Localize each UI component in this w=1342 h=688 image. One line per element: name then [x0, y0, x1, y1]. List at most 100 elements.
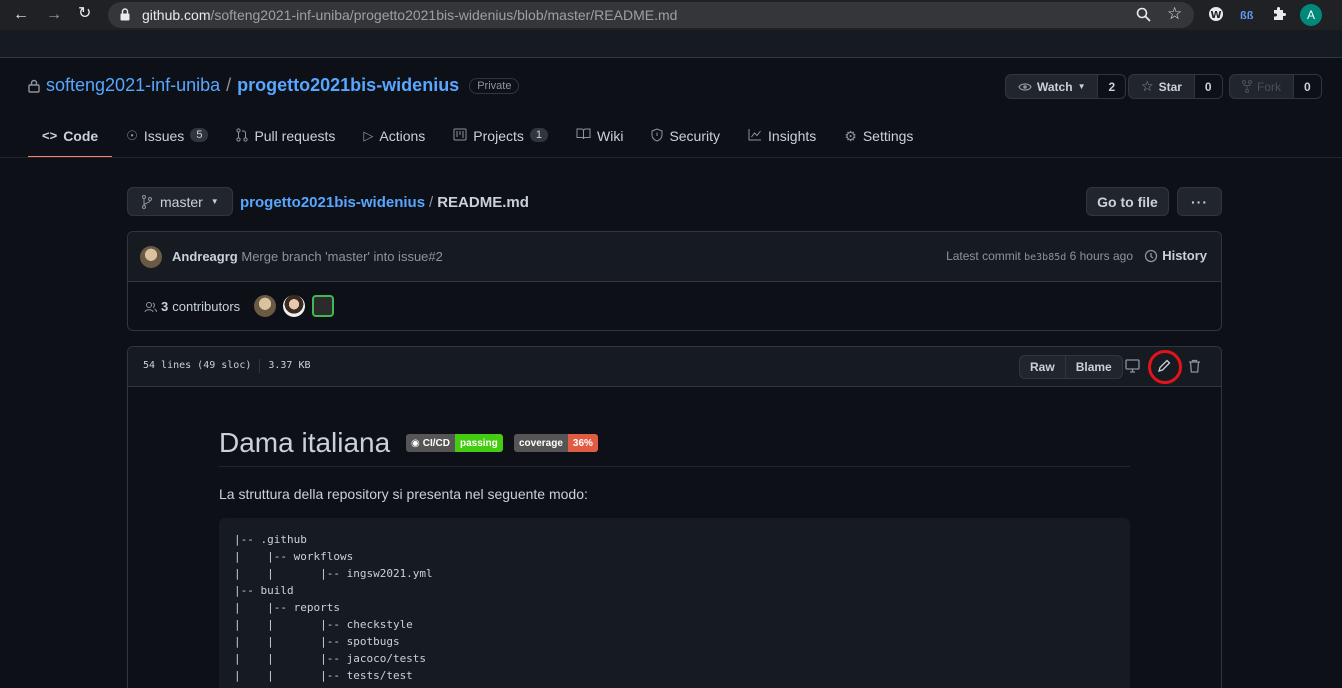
- star-count[interactable]: 0: [1193, 75, 1222, 98]
- fork-count[interactable]: 0: [1293, 75, 1321, 98]
- repo-title: softeng2021-inf-uniba / progetto2021bis-…: [28, 75, 520, 96]
- raw-button[interactable]: Raw: [1020, 356, 1065, 378]
- tab-issues[interactable]: ☉ Issues 5: [112, 118, 222, 158]
- profile-avatar[interactable]: A: [1300, 4, 1322, 26]
- lock-icon[interactable]: [120, 8, 130, 26]
- edit-highlight-ring: [1148, 350, 1182, 384]
- code-icon: <>: [42, 128, 58, 143]
- address-bar[interactable]: github.com/softeng2021-inf-uniba/progett…: [108, 2, 1194, 28]
- tab-label: Wiki: [597, 128, 624, 144]
- branch-icon: [142, 194, 152, 209]
- commit-sha-link[interactable]: be3b85d: [1024, 252, 1066, 263]
- tab-wiki[interactable]: Wiki: [562, 118, 637, 158]
- avatar[interactable]: [140, 246, 162, 268]
- repo-separator: /: [226, 75, 232, 95]
- more-options-button[interactable]: ···: [1177, 187, 1222, 216]
- svg-text:W: W: [1210, 10, 1221, 21]
- blame-button[interactable]: Blame: [1064, 356, 1122, 378]
- avatar[interactable]: [283, 295, 305, 317]
- issues-counter: 5: [190, 128, 209, 142]
- reload-icon[interactable]: ↻: [78, 6, 91, 22]
- extension-ai-icon[interactable]: ßß: [1240, 8, 1253, 24]
- trash-icon[interactable]: [1188, 359, 1201, 376]
- file-size: 3.37 KB: [268, 360, 311, 371]
- shield-icon: [651, 128, 663, 142]
- zoom-icon[interactable]: [1136, 7, 1151, 26]
- breadcrumb-repo-link[interactable]: progetto2021bis-widenius: [240, 194, 425, 211]
- extension-w-icon[interactable]: W: [1208, 6, 1224, 26]
- tab-pull-requests[interactable]: Pull requests: [222, 118, 349, 158]
- repo-tabs: <> Code ☉ Issues 5 Pull requests ▷ Actio…: [28, 118, 927, 158]
- tab-label: Code: [63, 128, 99, 144]
- ci-badge[interactable]: ◉ CI/CD passing: [406, 434, 503, 452]
- tab-actions[interactable]: ▷ Actions: [349, 118, 439, 158]
- watch-count[interactable]: 2: [1097, 75, 1126, 98]
- code-line: | |-- reports: [234, 601, 340, 614]
- tab-label: Security: [669, 128, 721, 144]
- breadcrumb-file: README.md: [437, 194, 529, 211]
- gear-icon: ⚙: [844, 128, 857, 144]
- contributors-label: contributors: [172, 299, 241, 314]
- fork-button-group: Fork 0: [1229, 74, 1322, 99]
- github-icon: ◉: [411, 437, 420, 449]
- readme-title: Dama italiana: [219, 427, 391, 458]
- go-to-file-button[interactable]: Go to file: [1086, 187, 1169, 216]
- commit-author-link[interactable]: Andreagrg: [172, 249, 238, 264]
- tab-security[interactable]: Security: [637, 118, 734, 158]
- history-link[interactable]: History: [1144, 248, 1207, 263]
- url-text[interactable]: github.com/softeng2021-inf-uniba/progett…: [142, 7, 677, 23]
- star-icon: ☆: [1141, 78, 1154, 94]
- file-header: 54 lines (49 sloc) 3.37 KB Raw Blame: [128, 347, 1221, 387]
- fork-button[interactable]: Fork: [1230, 75, 1293, 98]
- forward-arrow-icon[interactable]: →: [46, 7, 62, 23]
- eye-icon: [1018, 82, 1032, 91]
- branch-select-button[interactable]: master ▼: [127, 187, 233, 216]
- repo-owner-link[interactable]: softeng2021-inf-uniba: [46, 75, 220, 96]
- history-icon: [1145, 249, 1158, 262]
- tab-code[interactable]: <> Code: [28, 118, 113, 158]
- tab-label: Issues: [143, 128, 185, 144]
- watch-button-group: Watch ▼ 2: [1005, 74, 1127, 99]
- fork-label: Fork: [1257, 79, 1281, 94]
- commit-time: 6 hours ago: [1069, 249, 1133, 263]
- tab-projects[interactable]: Projects 1: [439, 118, 562, 158]
- coverage-badge-label: coverage: [514, 434, 568, 452]
- history-label: History: [1162, 248, 1207, 263]
- code-line: | |-- workflows: [234, 550, 354, 563]
- file-lines: 54 lines (49 sloc): [143, 360, 252, 371]
- github-global-header: [0, 30, 1342, 58]
- code-line: | | |-- jacoco/tests: [234, 652, 427, 665]
- avatar[interactable]: [254, 295, 276, 317]
- visibility-label: Private: [469, 77, 520, 94]
- file-info-divider: [259, 359, 261, 373]
- star-icon[interactable]: ☆: [1167, 5, 1182, 22]
- repo-name-link[interactable]: progetto2021bis-widenius: [237, 75, 459, 96]
- avatar[interactable]: [312, 295, 334, 317]
- commit-message-link[interactable]: Merge branch 'master' into issue#2: [241, 249, 443, 264]
- readme-intro: La struttura della repository si present…: [219, 486, 588, 502]
- branch-name: master: [160, 193, 203, 210]
- tab-label: Pull requests: [254, 128, 336, 144]
- back-arrow-icon[interactable]: ←: [13, 7, 29, 23]
- star-label: Star: [1158, 79, 1182, 94]
- graph-icon: [748, 129, 762, 141]
- code-block: |-- .github | |-- workflows | | |-- ings…: [219, 518, 1130, 688]
- tab-insights[interactable]: Insights: [734, 118, 830, 158]
- coverage-badge[interactable]: coverage 36%: [514, 434, 598, 452]
- code-line: | | |-- checkstyle: [234, 618, 413, 631]
- ci-badge-label: ◉ CI/CD: [406, 434, 455, 452]
- tab-settings[interactable]: ⚙ Settings: [830, 118, 927, 158]
- desktop-icon[interactable]: [1125, 359, 1140, 376]
- contributors-link[interactable]: 3 contributors: [144, 299, 240, 314]
- commit-summary: Andreagrg Merge branch 'master' into iss…: [172, 249, 443, 264]
- fork-icon: [1242, 80, 1252, 93]
- tab-label: Insights: [768, 128, 817, 144]
- pull-request-icon: [236, 128, 249, 142]
- title-divider: [219, 466, 1130, 467]
- latest-commit-label: Latest commit: [946, 249, 1021, 263]
- star-button[interactable]: ☆ Star: [1129, 75, 1194, 98]
- ci-badge-text: CI/CD: [422, 437, 450, 449]
- watch-button[interactable]: Watch ▼: [1006, 75, 1097, 98]
- issue-icon: ☉: [126, 128, 138, 143]
- puzzle-icon[interactable]: [1271, 6, 1287, 26]
